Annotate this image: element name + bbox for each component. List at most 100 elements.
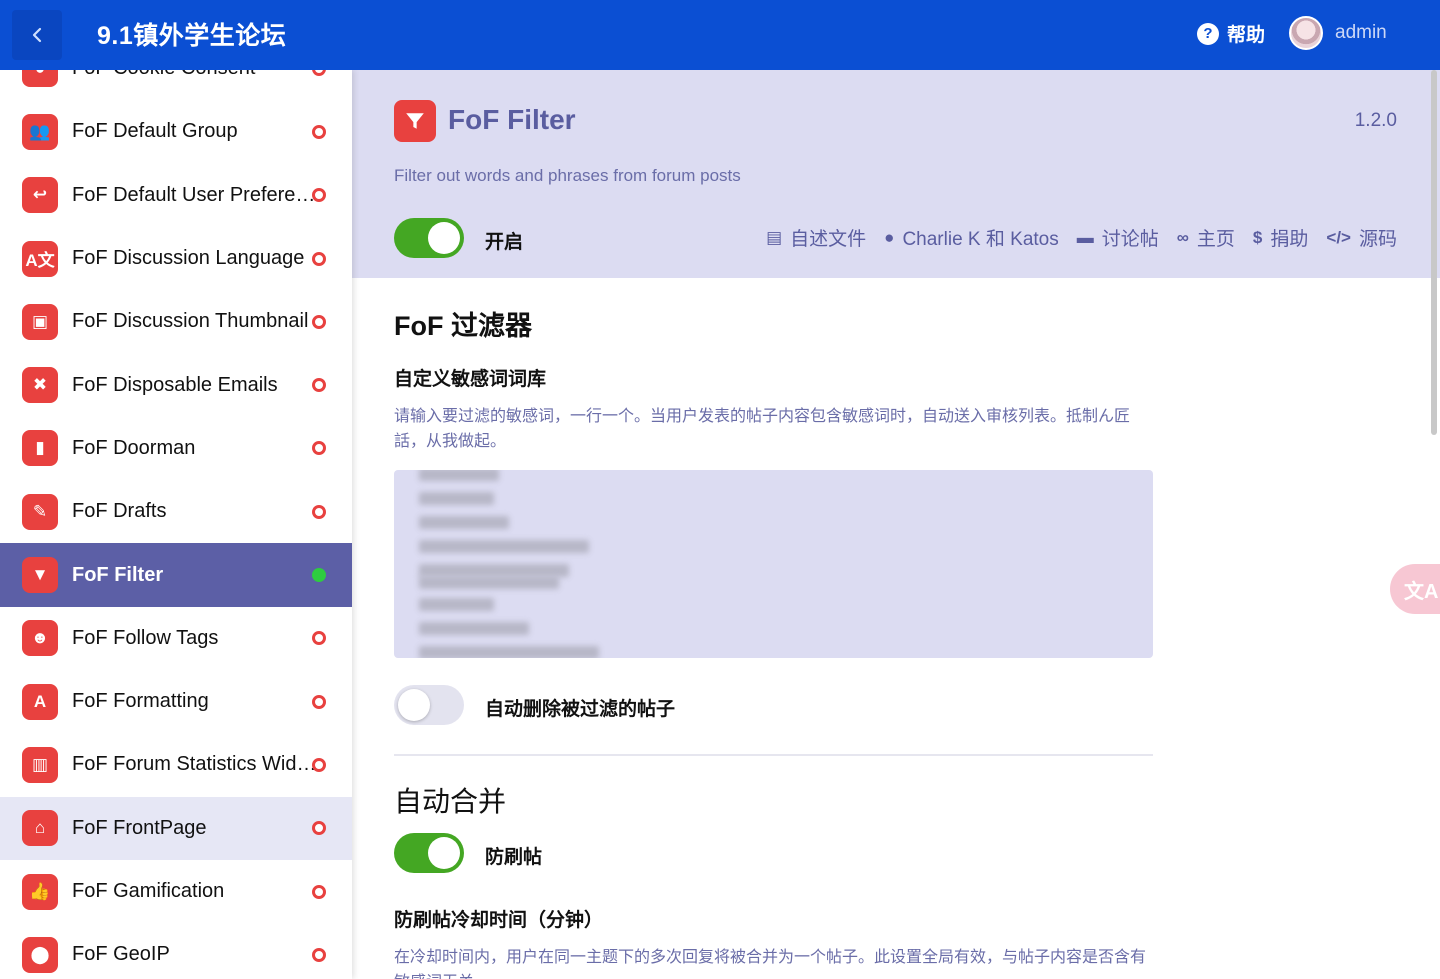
sidebar-item-label: FoF GeoIP [72, 943, 170, 966]
cooldown-label: 防刷帖冷却时间（分钟） [394, 910, 604, 931]
extension-link-label: 主页 [1196, 229, 1235, 250]
extension-enable-label: 开启 [485, 232, 524, 253]
extension-link[interactable]: ● Charlie K 和 Katos [884, 224, 1059, 251]
link-icon: ∞ [1176, 227, 1189, 247]
sidebar-item-label: FoF Gamification [72, 880, 225, 902]
sidebar-item-label: FoF Discussion Thumbnail [72, 310, 309, 333]
word-list-textarea[interactable] [394, 470, 1153, 658]
reply-icon: ↩ [22, 177, 58, 214]
sidebar-item[interactable]: ↩ FoF Default User Preferences [0, 164, 352, 227]
extension-enable-toggle[interactable] [394, 218, 464, 258]
sidebar-item-label: FoF Default Group [72, 120, 238, 143]
chevron-left-icon [32, 27, 42, 43]
chart-icon: ▥ [22, 746, 58, 783]
extension-version: 1.2.0 [1354, 110, 1397, 131]
status-indicator [312, 441, 326, 456]
toggle-knob [428, 837, 460, 869]
extension-link[interactable]: </> 源码 [1326, 224, 1397, 251]
toggle-knob [428, 222, 460, 254]
sidebar-item[interactable]: ▮ FoF Doorman [0, 417, 352, 480]
cooldown-help: 在冷却时间内，用户在同一主题下的多次回复将被合并为一个帖子。此设置全局有效，与帖… [394, 949, 1147, 979]
extension-link[interactable]: ▤ 自述文件 [766, 224, 866, 251]
auto-delete-toggle[interactable] [394, 685, 464, 725]
section-title-filter: FoF 过滤器 [394, 311, 532, 341]
extension-links: ▤ 自述文件 ● Charlie K 和 Katos ▬ 讨论帖 ∞ 主页 $ 捐助 </> 源码 [766, 224, 1397, 251]
status-indicator [312, 251, 326, 266]
sidebar-item[interactable]: 👥 FoF Default Group [0, 100, 352, 163]
redacted-line [419, 492, 494, 505]
sidebar-item[interactable]: ✖ FoF Disposable Emails [0, 353, 352, 416]
help-label: 帮助 [1227, 25, 1266, 46]
status-indicator [312, 568, 326, 583]
status-indicator [312, 947, 326, 962]
font-icon: A [22, 683, 58, 720]
extension-link[interactable]: ▬ 讨论帖 [1077, 224, 1159, 251]
status-indicator [312, 631, 326, 646]
redacted-line [419, 470, 499, 481]
word-list-label: 自定义敏感词词库 [394, 369, 547, 390]
sidebar-item[interactable]: 👍 FoF Gamification [0, 860, 352, 923]
anti-spam-toggle[interactable] [394, 833, 464, 873]
sidebar-item[interactable]: A文 FoF Discussion Language [0, 227, 352, 290]
door-icon: ▮ [22, 430, 58, 467]
word-list-help: 请输入要过滤的敏感词，一行一个。当用户发表的帖子内容包含敏感词时，自动送入审核列… [394, 408, 1131, 450]
status-indicator [312, 694, 326, 709]
redacted-line [419, 622, 529, 635]
extension-link-label: 捐助 [1270, 229, 1309, 250]
question-circle-icon: ? [1197, 22, 1219, 45]
extension-link[interactable]: ∞ 主页 [1177, 224, 1235, 251]
home-icon: ⌂ [22, 810, 58, 847]
main-content: FoF Filter 1.2.0 Filter out words and ph… [352, 70, 1440, 979]
image-icon: ▣ [22, 303, 58, 340]
redacted-line [419, 576, 559, 589]
status-indicator [312, 70, 326, 76]
auto-delete-label: 自动删除被过滤的帖子 [485, 699, 676, 720]
status-indicator [312, 124, 326, 139]
status-indicator [312, 757, 326, 772]
sidebar-item-label: FoF Filter [72, 563, 164, 586]
sidebar-item[interactable]: ▣ FoF Discussion Thumbnail [0, 290, 352, 353]
sidebar-item[interactable]: ▥ FoF Forum Statistics Widget [0, 733, 352, 796]
avatar [1289, 16, 1323, 50]
sidebar-item[interactable]: ▼ FoF Filter [0, 543, 352, 607]
status-indicator [312, 188, 326, 203]
username: admin [1335, 22, 1387, 43]
extension-header: FoF Filter 1.2.0 Filter out words and ph… [352, 70, 1440, 278]
comment-icon: ▬ [1076, 227, 1094, 247]
extension-link-label: 自述文件 [790, 229, 867, 250]
sidebar-item[interactable]: A FoF Formatting [0, 670, 352, 733]
status-indicator [312, 314, 326, 329]
extension-link[interactable]: $ 捐助 [1253, 224, 1308, 251]
sidebar-item[interactable]: ✎ FoF Drafts [0, 480, 352, 543]
sidebar-item-label: FoF Disposable Emails [72, 373, 278, 396]
toggle-knob [398, 689, 430, 721]
cookie-icon: ● [22, 70, 58, 87]
redacted-line [419, 598, 494, 611]
user-x-icon: ✖ [22, 367, 58, 404]
help-button[interactable]: ? 帮助 [1197, 20, 1265, 47]
filter-icon [394, 100, 436, 142]
sidebar-item[interactable]: ⬤ FoF GeoIP [0, 923, 352, 979]
extension-list: ● FoF Cookie Consent 👥 FoF Default Group ↩ Fo… [0, 70, 352, 979]
sidebar-item[interactable]: ⌂ FoF FrontPage [0, 796, 352, 860]
donate-icon: $ [1252, 227, 1263, 247]
translate-button[interactable]: 文A [1390, 564, 1440, 614]
redacted-line [419, 516, 509, 529]
status-indicator [312, 884, 326, 899]
page-scrollbar[interactable] [1431, 70, 1437, 435]
sidebar-item-label: FoF Follow Tags [72, 626, 219, 649]
map-pin-icon: ⬤ [22, 936, 58, 973]
book-icon: ▤ [766, 227, 783, 247]
back-button[interactable] [12, 10, 62, 60]
extension-sidebar: ● FoF Cookie Consent 👥 FoF Default Group ↩ Fo… [0, 70, 352, 979]
user-menu[interactable]: admin [1289, 16, 1387, 50]
sidebar-item-label: FoF Discussion Language [72, 247, 305, 270]
site-title[interactable]: 9.1镇外学生论坛 [97, 16, 286, 52]
thumbs-up-icon: 👍 [22, 873, 58, 910]
redacted-line [419, 646, 599, 658]
sidebar-item-label: FoF FrontPage [72, 816, 207, 839]
sidebar-item[interactable]: ● FoF Cookie Consent [0, 70, 352, 100]
extension-link-label: 源码 [1358, 229, 1397, 250]
edit-icon: ✎ [22, 493, 58, 530]
sidebar-item[interactable]: ☻ FoF Follow Tags [0, 607, 352, 670]
